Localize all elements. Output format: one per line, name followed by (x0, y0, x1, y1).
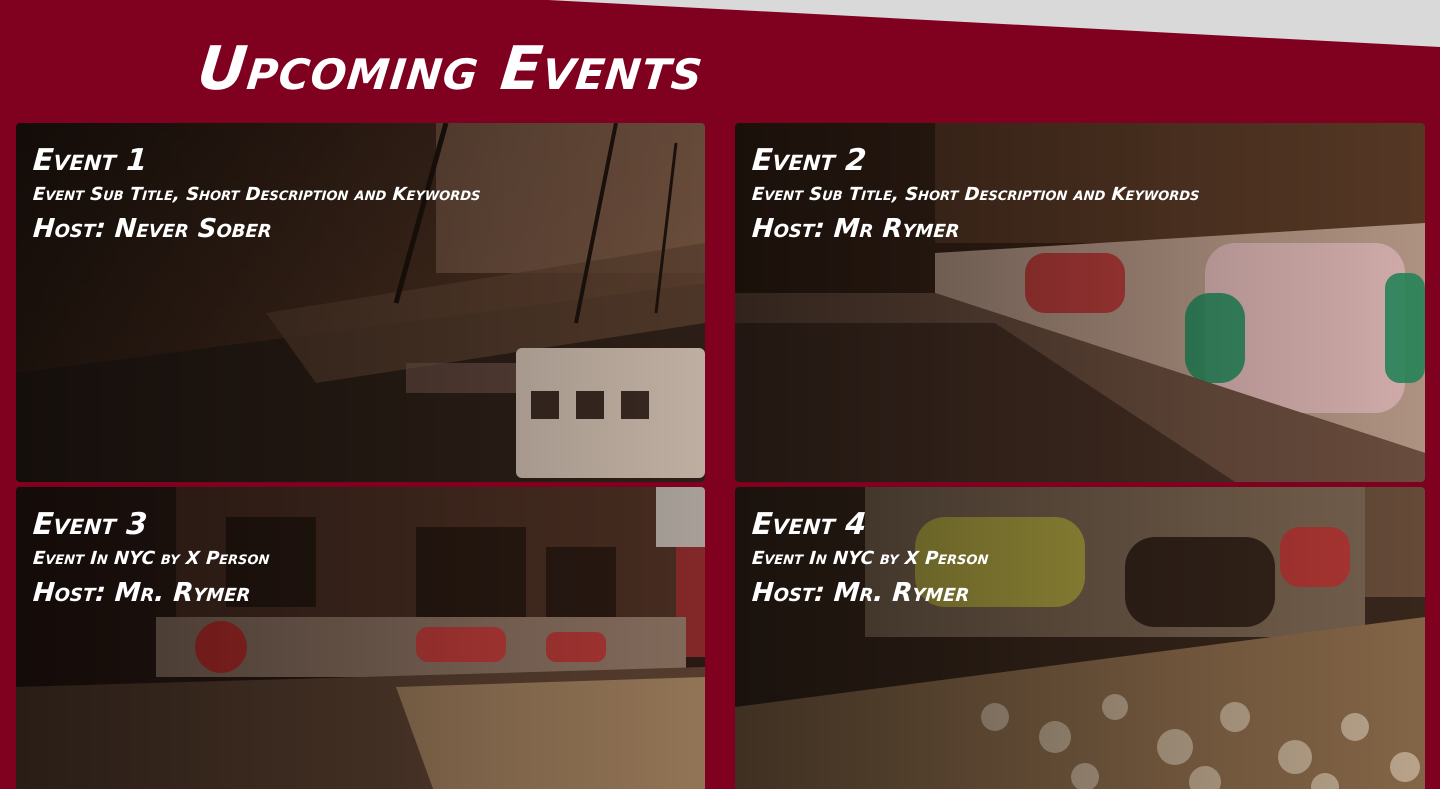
event-title: Event 4 (750, 507, 868, 542)
event-host: Host: Mr. Rymer (31, 578, 252, 608)
event-card-3[interactable]: Event 3 Event In NYC by X Person Host: M… (16, 487, 705, 789)
event-subtitle: Event Sub Title, Short Description and K… (751, 184, 1201, 205)
event-title: Event 2 (750, 143, 868, 178)
event-host: Host: Mr. Rymer (750, 578, 971, 608)
section-title: Upcoming Events (194, 34, 707, 104)
event-subtitle: Event In NYC by X Person (751, 548, 990, 569)
event-card-4[interactable]: Event 4 Event In NYC by X Person Host: M… (735, 487, 1425, 789)
event-subtitle: Event Sub Title, Short Description and K… (32, 184, 482, 205)
event-host: Host: Mr Rymer (750, 214, 961, 244)
event-title: Event 1 (31, 143, 149, 178)
event-subtitle: Event In NYC by X Person (32, 548, 271, 569)
events-page: Upcoming Events Event 1 Event Sub Title,… (0, 0, 1440, 789)
event-title: Event 3 (31, 507, 149, 542)
event-host: Host: Never Sober (31, 214, 273, 244)
event-card-1[interactable]: Event 1 Event Sub Title, Short Descripti… (16, 123, 705, 482)
event-card-2[interactable]: Event 2 Event Sub Title, Short Descripti… (735, 123, 1425, 482)
